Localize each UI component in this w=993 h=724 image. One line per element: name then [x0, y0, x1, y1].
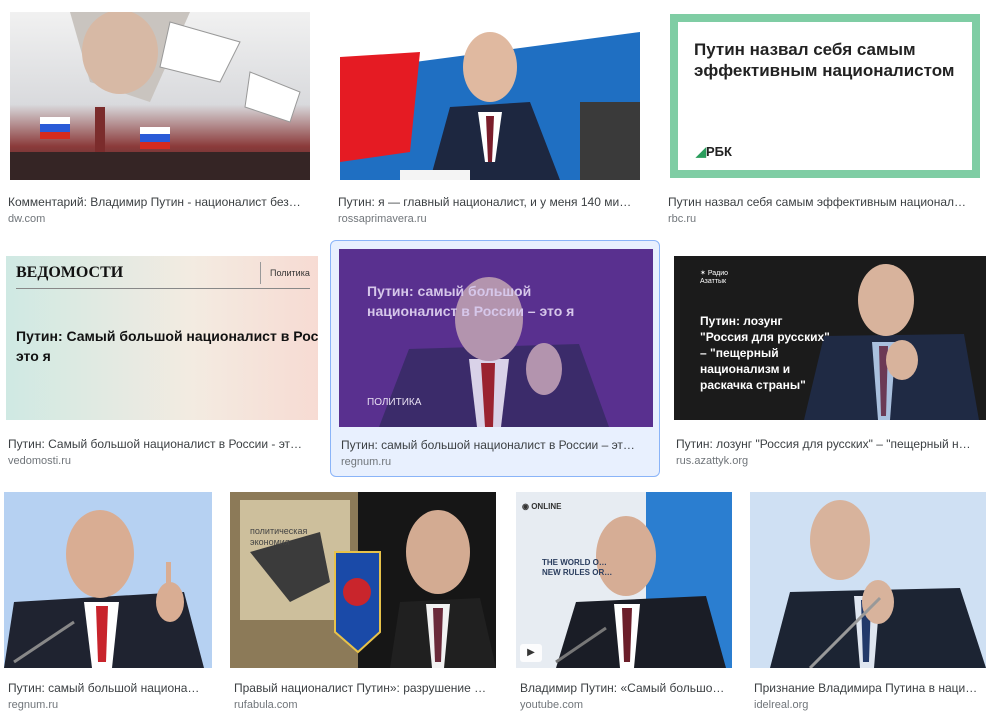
result-card-6[interactable]: ✶ Радио Азаттык Путин: лозунг "Россия дл… — [668, 244, 990, 474]
result-card-1[interactable]: Комментарий: Владимир Путин - националис… — [6, 6, 316, 232]
result-thumbnail[interactable]: ◉ ONLINE THE WORLD O… NEW RULES OR… ▶ — [516, 492, 732, 668]
thumbnail-headline: Путин: лозунг — [700, 314, 783, 328]
thumbnail-tag: ПОЛИТИКА — [367, 397, 422, 408]
result-source[interactable]: youtube.com — [520, 698, 583, 712]
result-source[interactable]: rufabula.com — [234, 698, 298, 712]
result-thumbnail[interactable]: Путин: самый большой националист в Росси… — [339, 249, 653, 427]
channel-logo-icon: ◉ — [522, 502, 532, 511]
result-title[interactable]: Правый националист Путин»: разрушение … — [234, 680, 496, 696]
azattyk-logo-icon: ✶ — [700, 270, 708, 277]
thumbnail-headline: "Россия для русских" — [700, 330, 830, 344]
result-thumbnail[interactable] — [750, 492, 986, 668]
result-thumbnail[interactable]: политическая экономия — [230, 492, 496, 668]
result-source[interactable]: idelreal.org — [754, 698, 808, 712]
result-title[interactable]: Владимир Путин: «Самый большо… — [520, 680, 732, 696]
result-thumbnail[interactable] — [340, 12, 640, 180]
result-title[interactable]: Путин: Самый большой националист в Росси… — [8, 436, 314, 452]
result-title[interactable]: Путин: самый большой национа… — [8, 680, 208, 696]
thumbnail-headline: эффективным националистом — [694, 61, 955, 80]
thumbnail-headline: это я — [16, 348, 51, 364]
screen-text: THE WORLD O… — [542, 558, 607, 567]
result-title[interactable]: Путин назвал себя самым эффективным наци… — [668, 194, 978, 210]
result-source[interactable]: rossaprimavera.ru — [338, 212, 427, 226]
thumbnail-section: Политика — [270, 268, 310, 278]
azattyk-logo: ✶ Радио Азаттык — [700, 270, 729, 285]
thumbnail-headline: национализм и — [700, 362, 791, 376]
play-icon: ▶ — [527, 647, 535, 658]
result-thumbnail[interactable]: ✶ Радио Азаттык Путин: лозунг "Россия дл… — [674, 256, 986, 420]
result-card-10[interactable]: Признание Владимира Путина в наци… idelr… — [746, 486, 990, 716]
result-title[interactable]: Путин: самый большой националист в Росси… — [341, 437, 651, 453]
result-thumbnail[interactable]: ВЕДОМОСТИ Политика Путин: Самый большой … — [6, 256, 318, 420]
thumbnail-headline: националист в России – это я — [367, 303, 575, 319]
result-source[interactable]: rbc.ru — [668, 212, 696, 226]
book-title: политическая экономия — [250, 526, 308, 547]
result-source[interactable]: regnum.ru — [8, 698, 58, 712]
result-source[interactable]: vedomosti.ru — [8, 454, 71, 468]
result-source[interactable]: dw.com — [8, 212, 45, 226]
channel-logo: ◉ ONLINE — [522, 502, 562, 511]
thumbnail-headline: Путин назвал себя самым — [694, 40, 916, 59]
collage-illustration — [230, 492, 496, 668]
result-card-7[interactable]: Путин: самый большой национа… regnum.ru — [2, 486, 216, 716]
thumbnail-headline: Путин: самый большой — [367, 283, 532, 299]
result-card-9[interactable]: ◉ ONLINE THE WORLD O… NEW RULES OR… ▶ Вл… — [512, 486, 736, 716]
vedomosti-masthead: ВЕДОМОСТИ — [16, 264, 124, 281]
result-card-4[interactable]: ВЕДОМОСТИ Политика Путин: Самый большой … — [2, 244, 322, 474]
result-thumbnail[interactable]: Путин назвал себя самым эффективным наци… — [670, 14, 980, 178]
play-button[interactable]: ▶ — [520, 644, 542, 662]
thumbnail-headline: раскачка страны" — [700, 378, 806, 392]
thumbnail-headline: Путин: Самый большой националист в Росси… — [16, 328, 318, 344]
thumbnail-headline: – "пещерный — [700, 346, 779, 360]
result-thumbnail[interactable] — [10, 12, 310, 180]
portrait-illustration — [516, 492, 732, 668]
result-card-8[interactable]: политическая экономия Правый националист… — [226, 486, 500, 716]
rally-illustration — [10, 12, 310, 180]
portrait-illustration — [750, 492, 986, 668]
result-source[interactable]: rus.azattyk.org — [676, 454, 748, 468]
rbc-logo-icon: ◢ — [696, 144, 706, 159]
rbc-logo: ◢РБК — [696, 144, 732, 159]
result-title[interactable]: Путин: я — главный националист, и у меня… — [338, 194, 640, 210]
result-thumbnail[interactable] — [4, 492, 212, 668]
result-title[interactable]: Признание Владимира Путина в наци… — [754, 680, 986, 696]
portrait-illustration — [4, 492, 212, 668]
portrait-illustration — [340, 12, 640, 180]
result-title[interactable]: Комментарий: Владимир Путин - националис… — [8, 194, 310, 210]
result-card-5-selected[interactable]: Путин: самый большой националист в Росси… — [330, 240, 660, 477]
result-title[interactable]: Путин: лозунг "Россия для русских" – "пе… — [676, 436, 986, 452]
result-card-2[interactable]: Путин: я — главный националист, и у меня… — [336, 6, 646, 232]
screen-text: NEW RULES OR… — [542, 568, 613, 577]
result-source[interactable]: regnum.ru — [341, 455, 391, 469]
result-card-3[interactable]: Путин назвал себя самым эффективным наци… — [666, 6, 982, 232]
